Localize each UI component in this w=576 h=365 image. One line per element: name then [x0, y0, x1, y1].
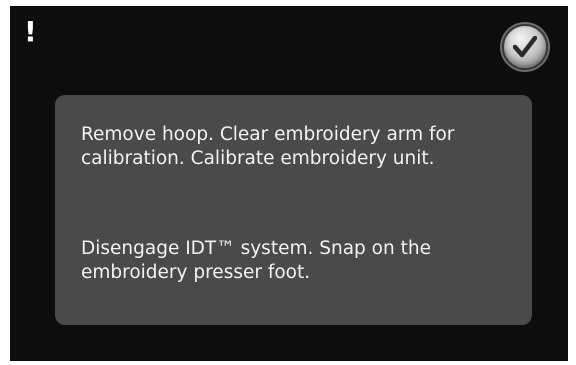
- alert-exclamation-icon: !: [24, 15, 37, 48]
- confirm-ok-button[interactable]: [502, 24, 548, 70]
- message-paragraph-calibration: Remove hoop. Clear embroidery arm for ca…: [81, 124, 455, 169]
- message-panel: Remove hoop. Clear embroidery arm for ca…: [55, 95, 532, 325]
- checkmark-icon: [513, 36, 537, 58]
- dialog-screen: ! Remove hoop. Clear embroidery arm for …: [10, 6, 568, 361]
- message-paragraph-presser-foot: Disengage IDT™ system. Snap on the embro…: [81, 238, 431, 283]
